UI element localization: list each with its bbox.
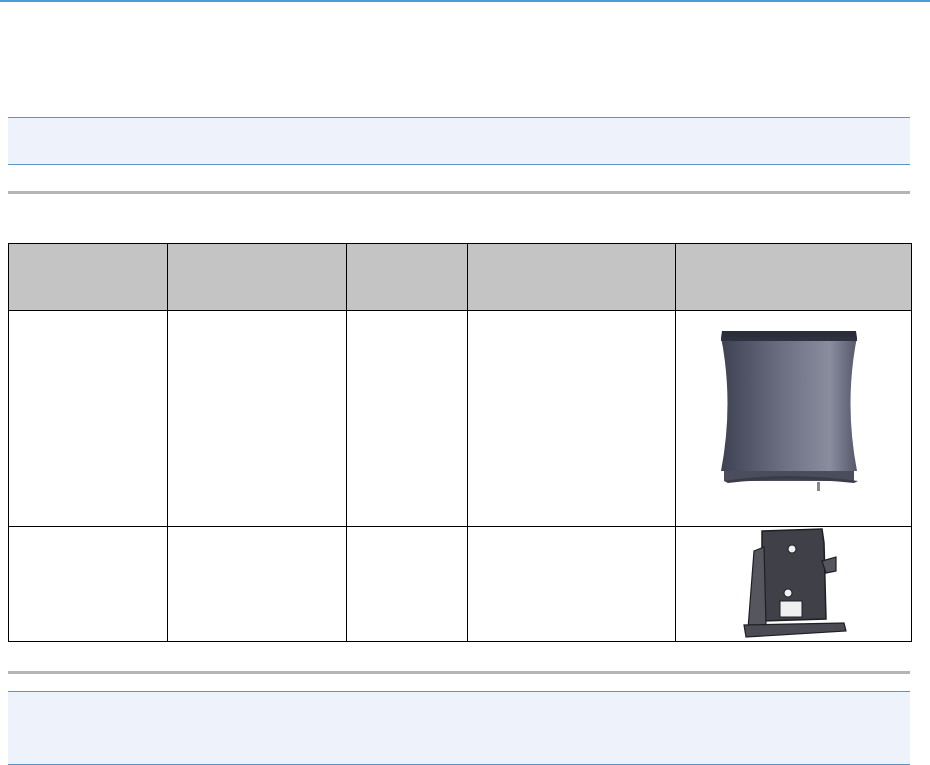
table-cell <box>167 310 347 527</box>
section-divider <box>8 191 910 194</box>
table-cell <box>8 526 168 642</box>
column-header <box>346 243 468 311</box>
table-cell <box>8 310 168 527</box>
column-header <box>467 243 676 311</box>
column-header <box>675 243 912 311</box>
column-header <box>8 243 168 311</box>
table-cell <box>346 310 468 527</box>
top-accent-rule <box>0 0 930 2</box>
section-divider <box>8 671 910 674</box>
table-row <box>8 310 912 527</box>
parts-table <box>8 243 912 642</box>
table-cell <box>167 526 347 642</box>
image-cell <box>675 526 912 642</box>
table-row <box>8 526 912 642</box>
table-cell <box>467 526 676 642</box>
note-box-bottom <box>8 691 910 765</box>
column-header <box>167 243 347 311</box>
image-cell <box>675 310 912 527</box>
table-cell <box>346 526 468 642</box>
mounting-bracket-icon <box>743 528 847 638</box>
note-box-top <box>8 117 910 165</box>
table-cell <box>467 310 676 527</box>
air-purifier-unit-icon <box>721 331 858 491</box>
table-header-row <box>8 243 912 311</box>
